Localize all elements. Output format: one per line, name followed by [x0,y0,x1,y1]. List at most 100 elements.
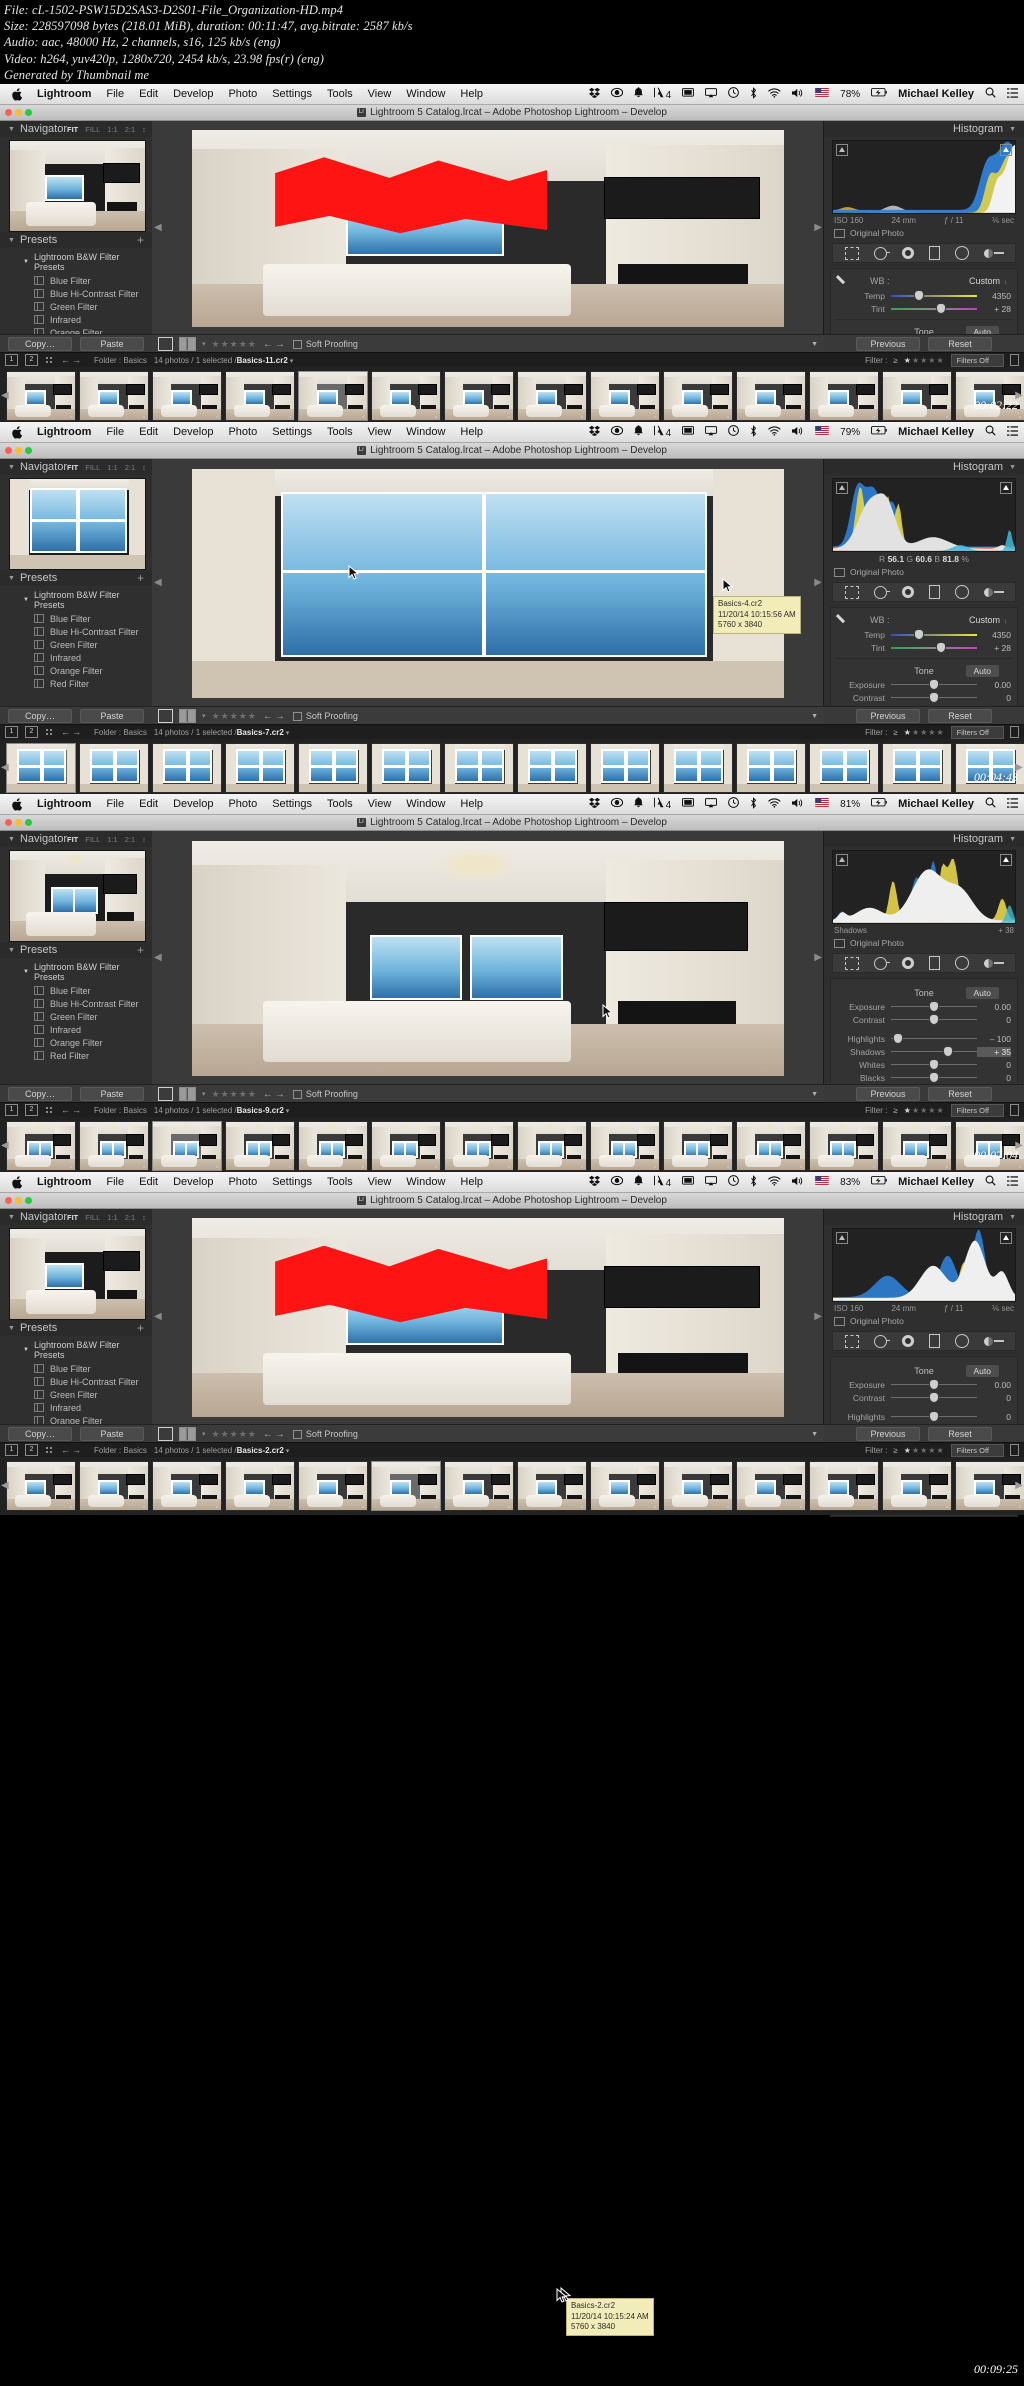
navigator-zoom-fill[interactable]: FILL [85,125,100,134]
paste-button[interactable]: Paste [80,1427,144,1441]
menu-edit[interactable]: Edit [139,426,158,438]
chevron-updown-icon[interactable]: ↕ [1004,619,1007,625]
filmstrip-scroll-left-icon[interactable]: ◀ [1,762,9,773]
filmstrip-thumbnail[interactable] [736,371,806,421]
slider-row[interactable]: Highlights – 100 [831,1032,1017,1045]
flag-icon[interactable] [815,1176,829,1188]
slider-track[interactable] [891,303,977,314]
window-controls[interactable] [5,447,32,454]
graduated-filter-tool-icon[interactable] [928,1334,940,1348]
filmstrip-thumbnail[interactable] [590,743,660,793]
zoom-button[interactable] [25,447,32,454]
menu-edit[interactable]: Edit [139,88,158,100]
navigator-zoom-stepper-icon[interactable]: ↕ [142,1213,146,1222]
source-1-button[interactable]: 1 [5,354,18,366]
main-photo[interactable] [192,468,784,699]
slider-track[interactable] [891,1014,977,1025]
filmstrip-current-file[interactable]: Basics-9.cr2 [237,1106,284,1115]
checkbox-icon[interactable] [834,228,845,238]
preset-item[interactable]: Blue Hi-Contrast Filter [9,287,148,300]
menu-file[interactable]: File [106,88,124,100]
filter-lock-icon[interactable] [1010,1104,1019,1116]
menu-view[interactable]: View [368,1176,392,1188]
chevron-down-icon[interactable]: ▼ [8,1325,15,1332]
filmstrip-thumbnail[interactable] [517,743,587,793]
slider-row[interactable]: Temp 4350 [831,289,1017,302]
menu-view[interactable]: View [368,88,392,100]
creative-cloud-icon[interactable] [610,425,623,439]
histogram-graph-box[interactable] [832,850,1016,924]
filmstrip-thumbnail[interactable] [6,371,76,421]
image-preview-area[interactable]: ◀ ▶ [152,831,824,1086]
minimize-button[interactable] [15,1197,22,1204]
window-controls[interactable] [5,109,32,116]
notification-center-icon[interactable] [1007,88,1018,101]
filmstrip-thumbnail[interactable] [444,371,514,421]
zoom-button[interactable] [25,109,32,116]
filter-lock-icon[interactable] [1010,1444,1019,1456]
grid-view-icon[interactable] [45,1105,54,1115]
menu-lightroom[interactable]: Lightroom [37,1176,91,1188]
rating-stars[interactable]: ★★★★★ [212,711,257,722]
chevron-down-icon[interactable]: ▼ [8,836,15,843]
slider-knob[interactable] [893,1034,902,1043]
time-machine-icon[interactable] [728,1175,740,1189]
histogram-header[interactable]: Histogram ▼ [824,459,1024,475]
menu-settings[interactable]: Settings [272,88,312,100]
navigator-zoom-2-1[interactable]: 2:1 [125,125,135,134]
navigator-zoom-stepper-icon[interactable]: ↕ [142,125,146,134]
slider-knob[interactable] [930,1380,938,1389]
source-1-button[interactable]: 1 [5,1104,18,1116]
navigator-zoom-stepper-icon[interactable]: ↕ [142,463,146,472]
add-preset-button[interactable]: + [137,234,144,246]
navigator-header[interactable]: ▼ Navigator FIT FILL 1:1 2:1 ↕ [0,831,152,847]
flag-icon[interactable] [815,426,829,438]
display-icon[interactable] [682,797,695,811]
preset-item[interactable]: Blue Hi-Contrast Filter [9,625,148,638]
back-forward-arrows[interactable]: ←→ [61,1105,83,1115]
chevron-down-icon[interactable]: ▼ [8,1214,15,1221]
filmstrip-thumbnail[interactable] [298,1121,368,1171]
chevron-down-icon[interactable]: ▾ [202,712,206,720]
slider-value[interactable]: 0 [977,693,1011,703]
navigator-zoom-options[interactable]: FIT FILL 1:1 2:1 ↕ [67,463,146,472]
navigator-zoom-fill[interactable]: FILL [85,835,100,844]
chevron-down-icon[interactable]: ▼ [8,126,15,133]
source-1-button[interactable]: 1 [5,1444,18,1456]
preset-item[interactable]: Blue Hi-Contrast Filter [9,997,148,1010]
reset-button[interactable]: Reset [928,1427,992,1441]
filmstrip-thumbnail[interactable] [736,743,806,793]
checkbox-icon[interactable] [834,1316,845,1326]
before-after-view-icon[interactable] [179,1087,196,1101]
radial-filter-tool-icon[interactable] [954,246,969,260]
filmstrip-thumbnail[interactable] [809,743,879,793]
menu-settings[interactable]: Settings [272,1176,312,1188]
menu-user-name[interactable]: Michael Kelley [898,426,974,438]
filmstrip-thumbnail[interactable] [444,1121,514,1171]
preset-item[interactable]: Green Filter [9,1388,148,1401]
filmstrip-thumbnail[interactable] [955,1121,1024,1171]
filter-lock-icon[interactable] [1010,354,1019,366]
close-button[interactable] [5,1197,12,1204]
filter-stars[interactable]: ★★★★★ [904,1446,945,1455]
previous-button[interactable]: Previous [856,337,920,351]
develop-tool-strip[interactable] [832,582,1016,602]
chevron-updown-icon[interactable]: ↕ [1004,280,1007,286]
menu-view[interactable]: View [368,426,392,438]
histogram-graph-box[interactable] [832,140,1016,214]
slider-row[interactable]: Highlights 0 [831,1410,1017,1423]
preset-item[interactable]: Green Filter [9,1010,148,1023]
dropbox-icon[interactable] [588,87,600,101]
shadow-clipping-indicator[interactable] [836,144,848,156]
menu-tools[interactable]: Tools [327,88,353,100]
slider-knob[interactable] [943,1047,952,1056]
menu-tools[interactable]: Tools [327,1176,353,1188]
creative-cloud-icon[interactable] [610,87,623,101]
flag-icon[interactable] [815,798,829,810]
slider-knob[interactable] [914,630,923,639]
adobe-a-icon[interactable]: 4 [653,425,671,439]
slider-knob[interactable] [930,693,938,702]
filmstrip-thumbnail[interactable] [882,1121,952,1171]
slider-row[interactable]: Blacks 0 [831,1071,1017,1084]
filmstrip-thumbnail[interactable] [955,371,1024,421]
